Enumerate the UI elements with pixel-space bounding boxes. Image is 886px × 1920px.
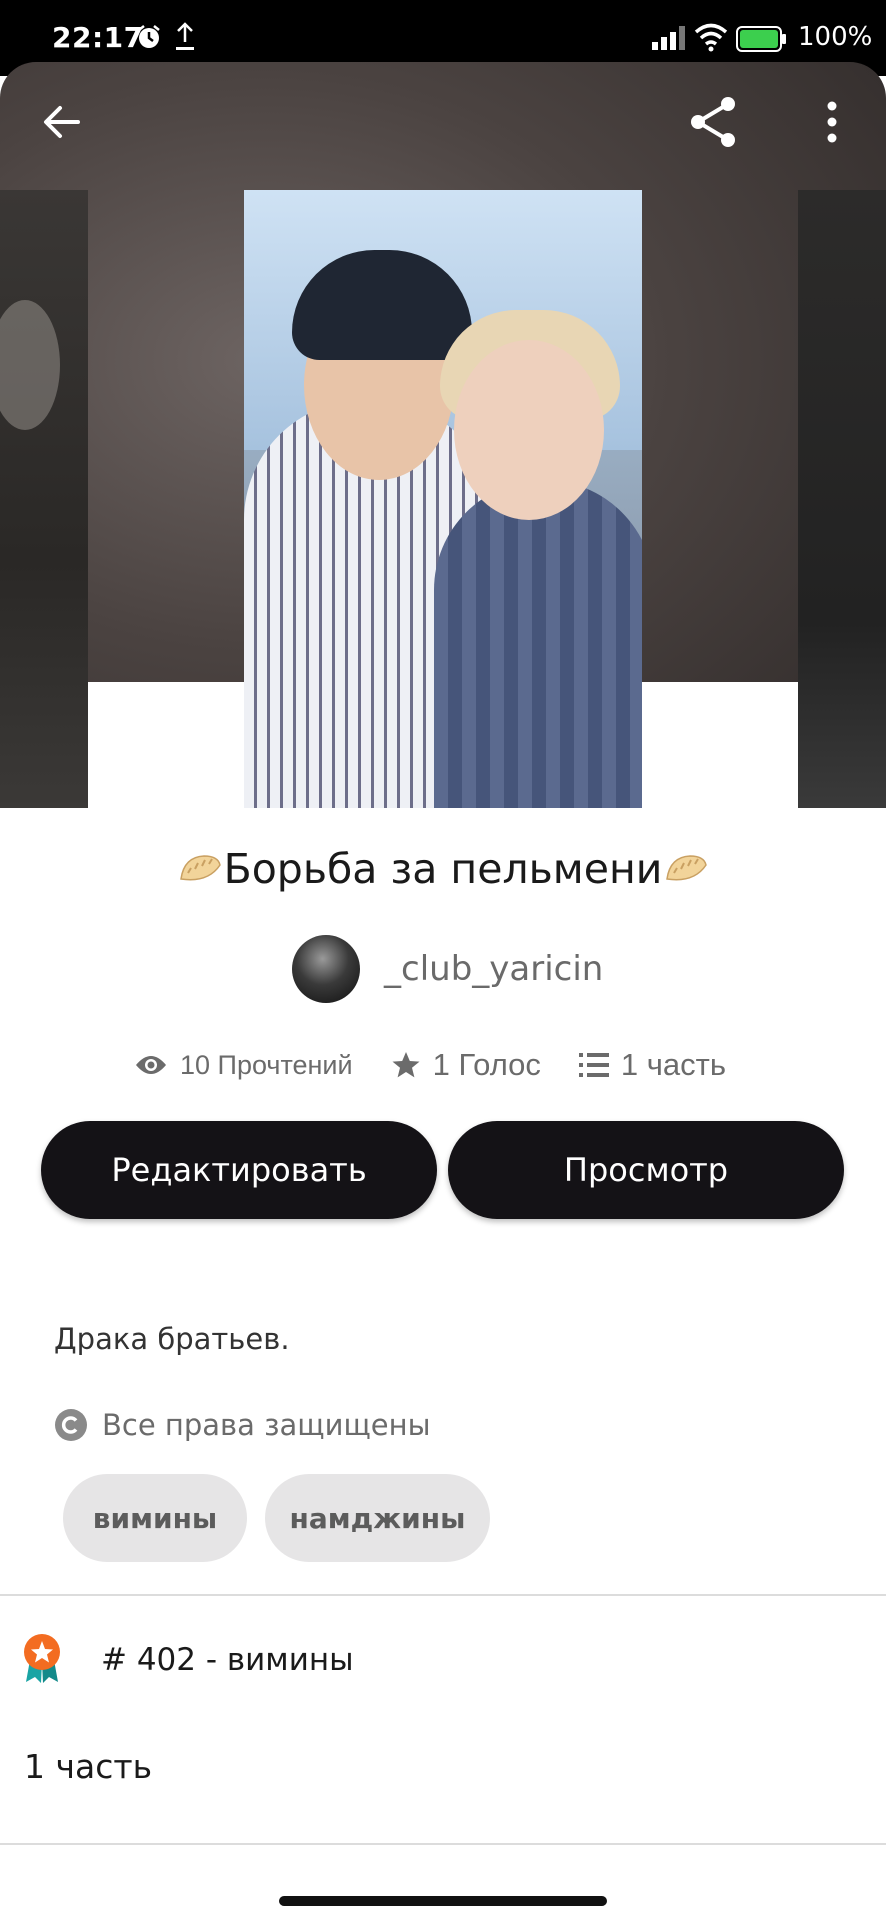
parts-stat: 1 часть <box>578 1047 727 1083</box>
author-row[interactable]: _club_yaricin <box>292 934 603 1004</box>
author-name[interactable]: _club_yaricin <box>384 949 603 989</box>
copyright-text: Все права защищены <box>102 1408 431 1442</box>
battery-icon <box>736 26 788 57</box>
eye-icon <box>136 1056 166 1074</box>
share-icon <box>691 97 735 147</box>
story-title: Борьба за пельмени <box>223 845 663 893</box>
story-stats: 10 Прочтений 1 Голос 1 часть <box>134 1045 764 1085</box>
previous-cover[interactable] <box>0 190 88 808</box>
next-cover[interactable] <box>798 190 886 808</box>
copyright-icon <box>55 1409 87 1441</box>
status-time: 22:17 <box>52 21 144 54</box>
arrow-left-icon <box>44 106 80 138</box>
battery-percent: 100% <box>798 22 873 52</box>
parts-count: 1 часть <box>620 1047 727 1082</box>
edit-button[interactable]: Редактировать <box>41 1121 437 1219</box>
story-title-row: Борьба за пельмени <box>0 845 886 893</box>
section-divider <box>0 1843 886 1845</box>
story-header <box>0 62 886 808</box>
author-avatar[interactable] <box>292 935 360 1003</box>
signal-icon <box>652 26 686 55</box>
wifi-icon <box>694 22 728 57</box>
more-vertical-icon <box>827 101 837 143</box>
ranking-row[interactable] <box>20 1632 64 1684</box>
votes-stat: 1 Голос <box>391 1047 541 1083</box>
star-icon <box>392 1052 420 1078</box>
tag-chip[interactable]: вимины <box>63 1474 247 1562</box>
alarm-icon <box>136 24 162 55</box>
more-options-button[interactable] <box>802 92 862 152</box>
reads-count: 10 Прочтений <box>180 1049 353 1080</box>
copyright-row: Все права защищены <box>54 1408 431 1442</box>
parts-section-title[interactable]: 1 часть <box>24 1747 152 1786</box>
story-cover-image <box>244 190 642 808</box>
ranking-label[interactable]: # 402 - вимины <box>101 1642 354 1678</box>
preview-button[interactable]: Просмотр <box>448 1121 844 1219</box>
tag-chip[interactable]: намджины <box>265 1474 490 1562</box>
dumpling-emoji-icon <box>179 855 221 881</box>
dumpling-emoji-icon <box>666 855 708 881</box>
story-description: Драка братьев. <box>54 1322 290 1356</box>
list-icon <box>578 1053 609 1077</box>
rank-badge-icon <box>24 1634 60 1683</box>
share-button[interactable] <box>684 92 744 152</box>
reads-stat: 10 Прочтений <box>134 1050 353 1081</box>
upload-icon <box>174 22 196 57</box>
section-divider <box>0 1594 886 1596</box>
home-indicator[interactable] <box>279 1896 607 1906</box>
back-button[interactable] <box>32 92 92 152</box>
votes-count: 1 Голос <box>432 1047 541 1082</box>
